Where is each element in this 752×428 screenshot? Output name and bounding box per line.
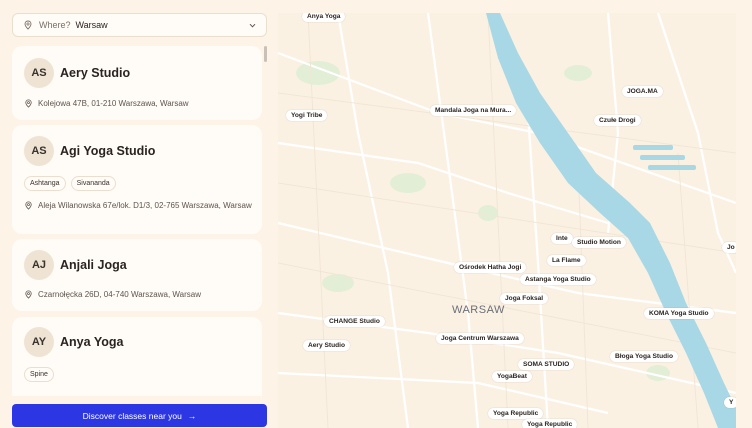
studio-card[interactable]: AY Anya Yoga Spine	[12, 317, 262, 396]
address-text: Czarnołęcka 26D, 04-740 Warszawa, Warsaw	[38, 290, 202, 299]
location-pin-icon	[25, 290, 32, 299]
studio-list: AS Aery Studio Kolejowa 47B, 01-210 Wars…	[12, 46, 264, 396]
map-marker[interactable]: Czułe Drogi	[594, 115, 641, 126]
style-tag: Sivananda	[70, 176, 116, 191]
map-marker[interactable]: Aery Studio	[303, 340, 351, 351]
location-pin-icon	[25, 201, 32, 210]
map-marker[interactable]: Inte	[551, 233, 573, 244]
discover-classes-button[interactable]: Discover classes near you →	[12, 404, 267, 427]
map-marker[interactable]: JOGA.MA	[622, 86, 663, 97]
studio-card[interactable]: AJ Anjali Joga Czarnołęcka 26D, 04-740 W…	[12, 239, 262, 311]
address-text: Aleja Wilanowska 67e/lok. D1/3, 02-765 W…	[38, 201, 252, 210]
map-marker[interactable]: Yogi Tribe	[286, 110, 328, 121]
location-pin-icon	[24, 20, 32, 30]
avatar: AS	[24, 136, 54, 166]
style-tags: Spine	[24, 367, 54, 382]
map-marker[interactable]: KOMA Yoga Studio	[644, 308, 714, 319]
map-marker[interactable]: La Flame	[547, 255, 586, 266]
map-marker[interactable]: CHANGE Studio	[324, 316, 385, 327]
studio-card[interactable]: AS Agi Yoga Studio Ashtanga Sivananda Al…	[12, 125, 262, 234]
map-marker[interactable]: Jo	[722, 242, 736, 253]
studio-address: Aleja Wilanowska 67e/lok. D1/3, 02-765 W…	[24, 201, 252, 211]
studio-name[interactable]: Anya Yoga	[60, 335, 123, 349]
avatar: AY	[24, 327, 54, 357]
style-tag: Spine	[24, 367, 54, 382]
location-pin-icon	[25, 99, 32, 108]
studio-name[interactable]: Anjali Joga	[60, 258, 127, 272]
map-marker[interactable]: Astanga Yoga Studio	[520, 274, 596, 285]
map-marker[interactable]: Ośrodek Hatha Jogi	[454, 262, 527, 273]
list-scrollbar[interactable]	[264, 46, 267, 62]
map-marker[interactable]: Błoga Yoga Studio	[610, 351, 679, 362]
location-value: Warsaw	[75, 20, 108, 30]
style-tags: Ashtanga Sivananda	[24, 176, 116, 191]
avatar: AJ	[24, 250, 54, 280]
map-right-margin	[736, 0, 752, 428]
studio-card[interactable]: AS Aery Studio Kolejowa 47B, 01-210 Wars…	[12, 46, 262, 120]
studio-address: Kolejowa 47B, 01-210 Warszawa, Warsaw	[24, 99, 252, 109]
map-marker[interactable]: Mandala Joga na Mura...	[430, 105, 517, 116]
studio-address: Czarnołęcka 26D, 04-740 Warszawa, Warsaw	[24, 290, 252, 300]
map-base	[278, 13, 736, 428]
chevron-down-icon[interactable]	[248, 21, 257, 30]
location-search[interactable]: Where? Warsaw	[12, 13, 267, 37]
city-label: WARSAW	[452, 304, 505, 316]
map-marker[interactable]: Anya Yoga	[302, 13, 346, 22]
map-marker[interactable]: Studio Motion	[572, 237, 626, 248]
location-label: Where?	[39, 20, 71, 30]
map-marker[interactable]: Joga Centrum Warszawa	[436, 333, 524, 344]
results-panel: Where? Warsaw AS Aery Studio Kolejowa 47…	[0, 0, 278, 428]
map-top-margin	[278, 0, 752, 13]
map-marker[interactable]: Yoga Republic	[488, 408, 544, 419]
arrow-right-icon: →	[187, 410, 197, 421]
studio-name[interactable]: Agi Yoga Studio	[60, 144, 155, 158]
studio-map[interactable]: WARSAW Anya Yoga Mandala Joga na Mura...…	[278, 13, 736, 428]
map-marker[interactable]: SOMA STUDIO	[518, 359, 575, 370]
map-marker[interactable]: Y	[724, 397, 736, 408]
address-text: Kolejowa 47B, 01-210 Warszawa, Warsaw	[38, 99, 189, 108]
discover-classes-label: Discover classes near you	[82, 410, 182, 421]
studio-name[interactable]: Aery Studio	[60, 66, 130, 80]
avatar: AS	[24, 58, 54, 88]
map-marker[interactable]: YogaBeat	[492, 371, 532, 382]
style-tag: Ashtanga	[24, 176, 66, 191]
map-marker[interactable]: Yoga Republic	[522, 419, 578, 428]
map-marker[interactable]: Joga Foksal	[500, 293, 549, 304]
